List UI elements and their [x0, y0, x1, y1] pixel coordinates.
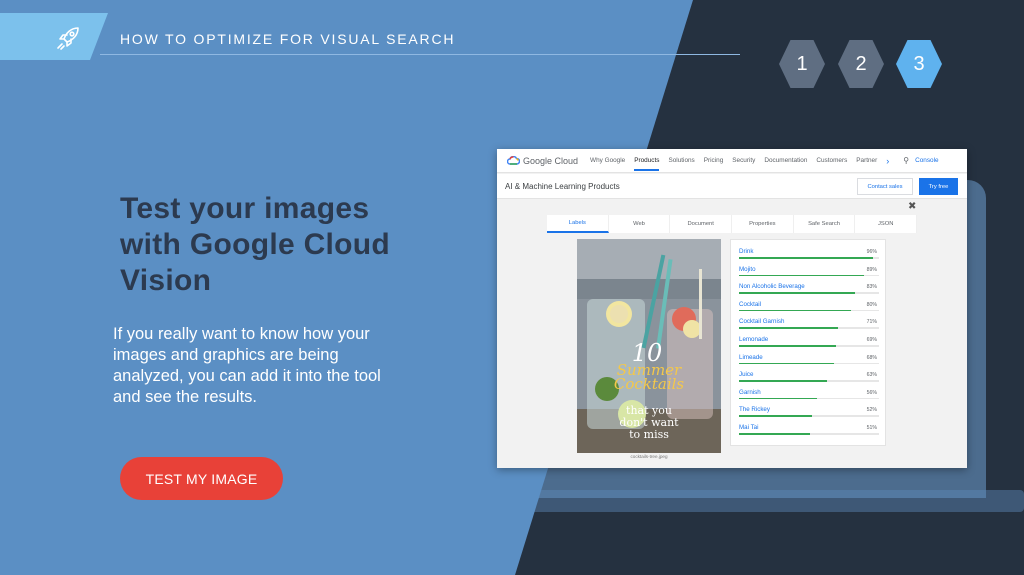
label-score: 56% — [866, 389, 877, 396]
nav-solutions[interactable]: Solutions — [668, 157, 694, 164]
label-score-track — [739, 397, 879, 400]
nav-security[interactable]: Security — [732, 157, 755, 164]
label-score-bar — [739, 274, 864, 277]
page-section-title: HOW TO OPTIMIZE FOR VISUAL SEARCH — [120, 31, 456, 47]
label-score-bar — [739, 327, 839, 329]
label-score-track — [739, 344, 879, 347]
google-cloud-logo-text: Google Cloud — [523, 155, 579, 166]
label-score-bar — [739, 380, 828, 382]
label-score-track — [739, 432, 879, 435]
label-result-row: Garnish 56% — [739, 389, 879, 407]
label-name-link[interactable]: The Rickey — [739, 406, 770, 413]
rocket-icon — [57, 26, 79, 50]
google-cloud-nav: Google Cloud Why Google Products Solutio… — [497, 149, 967, 173]
label-result-row: Drink 96% — [739, 248, 879, 266]
label-score-track — [739, 415, 879, 417]
label-score-bar — [739, 257, 874, 259]
label-score-bar — [739, 432, 811, 435]
label-name-link[interactable]: Cocktail — [739, 301, 761, 308]
tab-json[interactable]: JSON — [855, 215, 918, 233]
label-score-bar — [739, 397, 818, 400]
image-filename-caption: cocktails-tree.jpeg — [630, 454, 668, 459]
nav-products[interactable]: Products — [634, 157, 660, 171]
label-name-link[interactable]: Drink — [739, 248, 753, 255]
label-name-link[interactable]: Juice — [739, 371, 753, 378]
label-score-bar — [739, 415, 812, 417]
label-result-row: Limeade 68% — [739, 354, 879, 372]
contact-sales-button[interactable]: Contact sales — [857, 178, 913, 195]
label-result-row: Cocktail 80% — [739, 301, 879, 319]
label-result-row: Mai Tai 51% — [739, 424, 879, 442]
label-name-link[interactable]: Mai Tai — [739, 424, 759, 431]
result-tabs: Labels Web Document Properties Safe Sear… — [547, 215, 918, 233]
label-name-link[interactable]: Lemonade — [739, 336, 768, 343]
label-result-row: The Rickey 52% — [739, 406, 879, 424]
label-result-row: Non Alcoholic Beverage 83% — [739, 283, 879, 301]
label-score-track — [739, 362, 879, 365]
label-result-row: Juice 63% — [739, 371, 879, 389]
label-name-link[interactable]: Limeade — [739, 354, 763, 361]
close-icon[interactable]: ✖ — [908, 201, 916, 212]
test-my-image-button[interactable]: TEST MY IMAGE — [120, 457, 283, 500]
label-name-link[interactable]: Garnish — [739, 389, 761, 396]
label-score-track — [739, 380, 879, 382]
tab-document[interactable]: Document — [670, 215, 733, 233]
google-cloud-logo-icon — [507, 156, 520, 165]
label-score-track — [739, 309, 879, 312]
label-score: 96% — [866, 249, 877, 255]
nav-pricing[interactable]: Pricing — [704, 157, 724, 164]
label-score: 51% — [866, 424, 877, 431]
header-divider — [100, 54, 740, 55]
console-link[interactable]: Console — [915, 157, 938, 164]
nav-customers[interactable]: Customers — [816, 157, 847, 164]
label-name-link[interactable]: Mojito — [739, 266, 756, 273]
google-cloud-logo[interactable]: Google Cloud — [507, 156, 578, 166]
tab-safe-search[interactable]: Safe Search — [794, 215, 856, 233]
nav-partner[interactable]: Partner — [856, 157, 877, 164]
poster-line-to-miss: to miss — [629, 428, 669, 441]
rocket-badge — [0, 13, 108, 60]
hero-body-text: If you really want to know how your imag… — [113, 325, 381, 406]
label-result-row: Lemonade 69% — [739, 336, 879, 354]
nav-why-google[interactable]: Why Google — [590, 157, 625, 164]
label-score-track — [739, 257, 879, 259]
label-result-row: Cocktail Garnish 71% — [739, 318, 879, 336]
label-score: 68% — [866, 354, 877, 361]
label-score: 52% — [866, 407, 877, 414]
label-score: 63% — [866, 372, 877, 379]
label-score: 71% — [866, 319, 877, 326]
label-score-bar — [739, 362, 835, 365]
labels-results-panel: Drink 96% Mojito 89% Non Alcoholic Beverage 8… — [730, 239, 886, 446]
hero-title: Test your images with Google Cloud Visio… — [120, 192, 391, 297]
analyzed-image: 10 Summer Cocktails that you don't want … — [577, 239, 721, 453]
chevron-right-icon[interactable]: › — [886, 156, 889, 166]
label-score-track — [739, 274, 879, 277]
label-name-link[interactable]: Cocktail Garnish — [739, 318, 784, 325]
cloud-vision-screenshot: Google Cloud Why Google Products Solutio… — [497, 149, 967, 468]
tab-web[interactable]: Web — [609, 215, 671, 233]
label-score: 69% — [866, 336, 877, 343]
search-icon[interactable]: ⚲ — [903, 156, 909, 165]
label-score-bar — [739, 344, 836, 347]
section-title: AI & Machine Learning Products — [505, 182, 620, 191]
label-score: 83% — [866, 284, 877, 291]
label-name-link[interactable]: Non Alcoholic Beverage — [739, 283, 805, 290]
label-score: 89% — [866, 266, 877, 273]
tab-properties[interactable]: Properties — [732, 215, 794, 233]
product-subnav: AI & Machine Learning Products Contact s… — [497, 174, 967, 199]
label-score-track — [739, 292, 879, 294]
try-free-button[interactable]: Try free — [919, 178, 958, 195]
label-score-track — [739, 327, 879, 329]
tab-labels[interactable]: Labels — [547, 215, 609, 233]
label-result-row: Mojito 89% — [739, 266, 879, 284]
label-score: 80% — [866, 301, 877, 308]
nav-documentation[interactable]: Documentation — [764, 157, 807, 164]
label-score-bar — [739, 309, 851, 312]
label-score-bar — [739, 292, 856, 294]
poster-line-cocktails: Cocktails — [613, 375, 685, 393]
